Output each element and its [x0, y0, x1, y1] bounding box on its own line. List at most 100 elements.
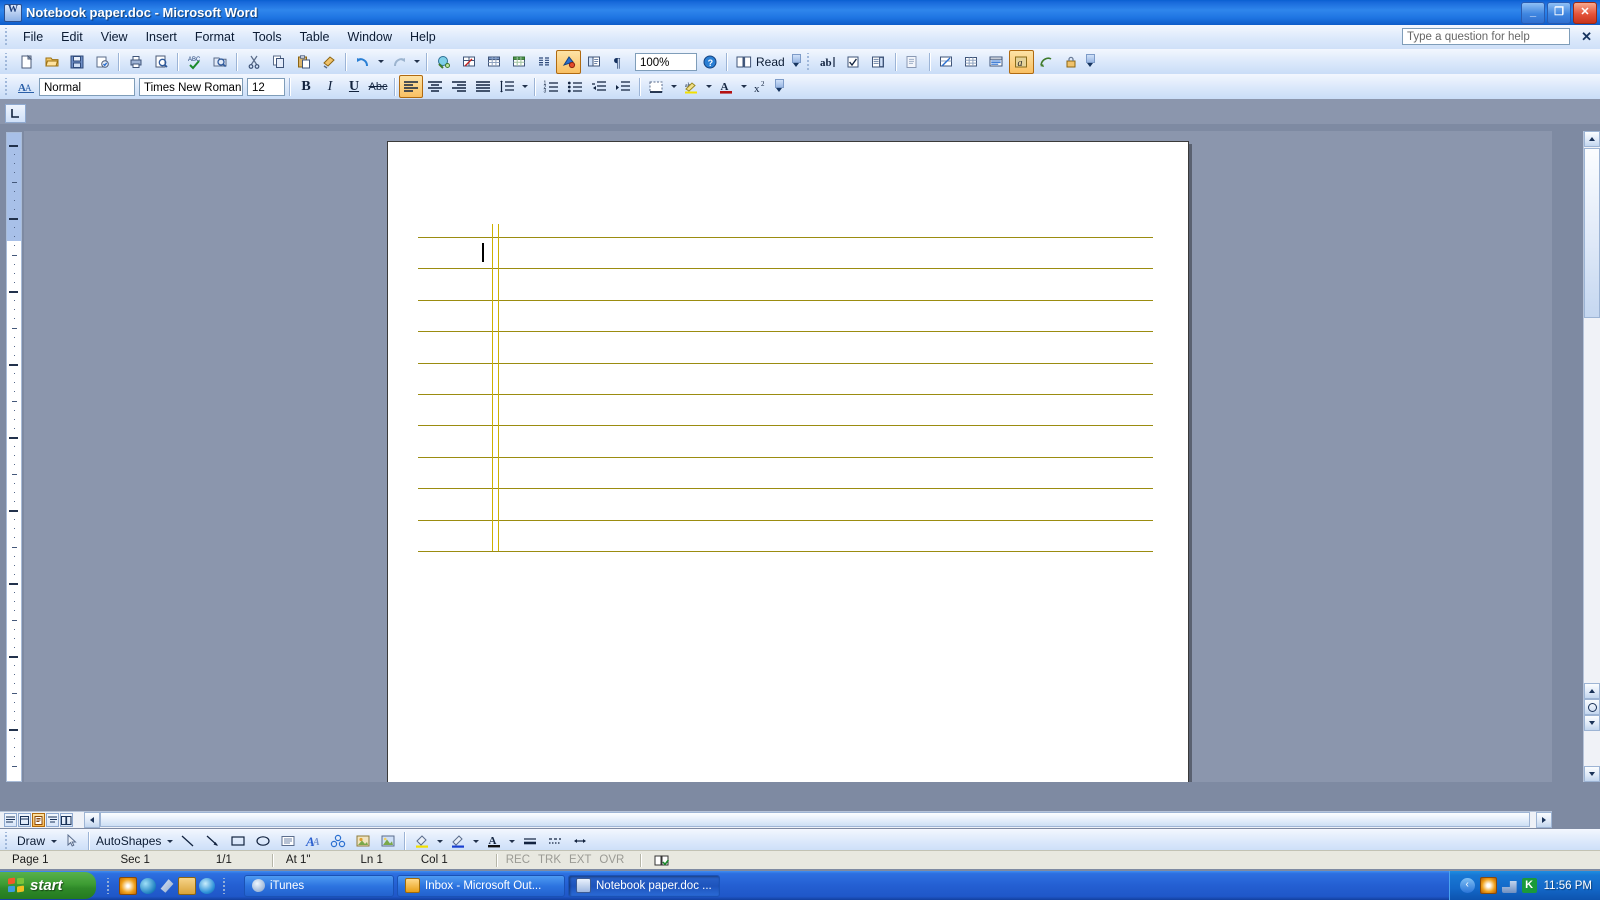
system-clock[interactable]: 11:56 PM	[1544, 880, 1592, 892]
font-size-combo[interactable]: 12	[247, 78, 285, 96]
undo-dropdown-arrow[interactable]	[375, 51, 386, 73]
close-button[interactable]: ✕	[1573, 2, 1597, 24]
redo-button[interactable]	[386, 50, 411, 74]
vertical-scroll-thumb[interactable]	[1584, 148, 1600, 318]
menu-item-help[interactable]: Help	[401, 27, 445, 47]
print-preview-button[interactable]	[148, 50, 173, 74]
forms-toolbar-grip[interactable]	[805, 53, 814, 71]
drop-down-form-field-button[interactable]	[866, 50, 891, 74]
undo-button[interactable]	[350, 50, 375, 74]
document-canvas[interactable]	[24, 131, 1552, 782]
standard-toolbar-options-button[interactable]	[790, 51, 802, 73]
zoom-combo[interactable]: 100%	[635, 53, 697, 71]
start-button[interactable]: start	[0, 872, 96, 899]
spelling-and-grammar-status-icon[interactable]	[650, 854, 674, 867]
minimize-button[interactable]: _	[1521, 2, 1545, 24]
font-color-button[interactable]: A	[714, 75, 738, 98]
status-ext[interactable]: EXT	[565, 854, 595, 866]
taskbar-item-itunes[interactable]: iTunes	[244, 875, 394, 897]
strikethrough-button[interactable]: Abc	[366, 75, 390, 98]
form-field-shading-button[interactable]: a	[1009, 50, 1034, 74]
formatting-toolbar-options-button[interactable]	[773, 76, 785, 98]
document-page[interactable]	[387, 141, 1189, 782]
insert-hyperlink-button[interactable]	[431, 50, 456, 74]
previous-page-button[interactable]	[1584, 683, 1600, 699]
justify-button[interactable]	[471, 75, 495, 98]
menu-item-window[interactable]: Window	[339, 27, 401, 47]
menu-item-edit[interactable]: Edit	[52, 27, 92, 47]
draw-menu-button[interactable]: Draw	[14, 834, 48, 848]
drawing-toolbar-grip[interactable]	[3, 832, 12, 850]
close-document-button[interactable]: ✕	[1581, 29, 1592, 44]
columns-button[interactable]	[531, 50, 556, 74]
bulleted-list-button[interactable]	[563, 75, 587, 98]
status-rec[interactable]: REC	[502, 854, 534, 866]
standard-toolbar-grip[interactable]	[3, 53, 12, 71]
italic-button[interactable]: I	[318, 75, 342, 98]
highlight-dropdown-arrow[interactable]	[703, 76, 714, 98]
tab-stop-selector-button[interactable]	[5, 104, 26, 123]
print-layout-view-button[interactable]	[32, 813, 45, 827]
check-box-form-field-button[interactable]	[841, 50, 866, 74]
cut-button[interactable]	[241, 50, 266, 74]
menu-item-format[interactable]: Format	[186, 27, 244, 47]
line-spacing-button[interactable]	[495, 75, 519, 98]
status-ovr[interactable]: OVR	[595, 854, 628, 866]
permission-button[interactable]	[89, 50, 114, 74]
align-right-button[interactable]	[447, 75, 471, 98]
tray-kaspersky-icon[interactable]: K	[1522, 878, 1537, 893]
tray-clock-icon[interactable]	[1480, 877, 1497, 894]
redo-dropdown-arrow[interactable]	[411, 51, 422, 73]
quick-launch-grip[interactable]	[105, 878, 114, 894]
web-layout-view-button[interactable]	[18, 813, 31, 827]
format-painter-button[interactable]	[316, 50, 341, 74]
drawing-button[interactable]	[556, 50, 581, 74]
numbered-list-button[interactable]: 123	[539, 75, 563, 98]
insert-excel-spreadsheet-button[interactable]	[506, 50, 531, 74]
menu-item-tools[interactable]: Tools	[243, 27, 290, 47]
taskbar-item-outlook[interactable]: Inbox - Microsoft Out...	[397, 875, 565, 897]
show-hidden-icons-button[interactable]: ‹	[1460, 878, 1475, 893]
underline-button[interactable]: U	[342, 75, 366, 98]
font-combo[interactable]: Times New Roman	[139, 78, 243, 96]
line-color-dropdown-arrow[interactable]	[470, 830, 481, 852]
menu-bar-grip[interactable]	[3, 28, 12, 46]
align-left-button[interactable]	[399, 75, 423, 98]
align-center-button[interactable]	[423, 75, 447, 98]
select-browse-object-button[interactable]	[1584, 699, 1600, 715]
increase-indent-button[interactable]	[611, 75, 635, 98]
open-button[interactable]	[39, 50, 64, 74]
scroll-up-button[interactable]	[1584, 131, 1600, 147]
tables-and-borders-button[interactable]	[456, 50, 481, 74]
borders-dropdown-arrow[interactable]	[668, 76, 679, 98]
reading-layout-button[interactable]	[60, 813, 73, 827]
insert-frame-button[interactable]	[984, 50, 1009, 74]
font-color-dropdown-arrow[interactable]	[738, 76, 749, 98]
quick-launch-internet-explorer-icon[interactable]	[199, 878, 215, 894]
highlight-color-button[interactable]: ab	[679, 75, 703, 98]
research-button[interactable]	[207, 50, 232, 74]
decrease-indent-button[interactable]	[587, 75, 611, 98]
restore-button[interactable]: ❐	[1547, 2, 1571, 24]
menu-item-table[interactable]: Table	[291, 27, 339, 47]
taskbar-item-word[interactable]: Notebook paper.doc ...	[568, 875, 720, 897]
insert-table-button[interactable]	[959, 50, 984, 74]
quick-launch-media-icon[interactable]	[119, 877, 137, 895]
superscript-button[interactable]: x2	[749, 75, 773, 98]
form-field-options-button[interactable]	[900, 50, 925, 74]
spelling-grammar-button[interactable]: ABC	[182, 50, 207, 74]
scroll-left-button[interactable]	[84, 812, 100, 828]
styles-and-formatting-icon[interactable]: AA	[14, 75, 39, 99]
draw-table-button[interactable]	[934, 50, 959, 74]
microsoft-word-help-icon[interactable]: ?	[697, 50, 722, 74]
document-map-button[interactable]	[581, 50, 606, 74]
read-button[interactable]: Read	[731, 51, 790, 72]
taskbar-grip[interactable]	[221, 878, 230, 894]
new-blank-document-button[interactable]	[14, 50, 39, 74]
font-color-dropdown-arrow[interactable]	[506, 830, 517, 852]
autoshapes-menu-button[interactable]: AutoShapes	[93, 834, 164, 848]
quick-launch-tool-icon[interactable]	[159, 878, 175, 894]
reset-form-fields-button[interactable]	[1034, 50, 1059, 74]
bold-button[interactable]: B	[294, 75, 318, 98]
autoshapes-menu-arrow[interactable]	[164, 830, 175, 852]
